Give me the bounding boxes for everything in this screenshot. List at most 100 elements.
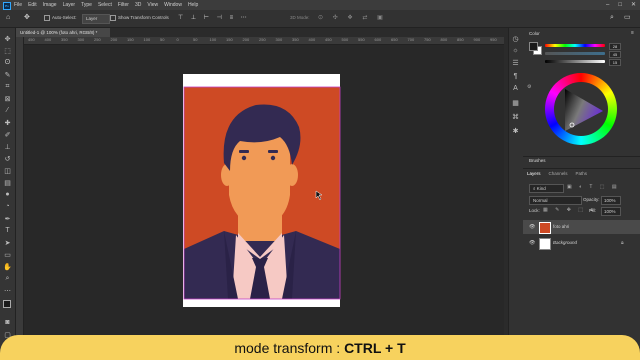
brightness-field[interactable]: 15: [609, 59, 621, 66]
history-panel-icon[interactable]: ◷: [511, 34, 520, 43]
more-tools-icon[interactable]: ⋯: [3, 286, 12, 295]
eye-right: [270, 155, 276, 161]
layer-row-foto-ahri[interactable]: 👁︎ foto ahri: [523, 220, 640, 234]
quick-mask-icon[interactable]: ◙: [3, 318, 12, 327]
hue-slider[interactable]: [545, 44, 605, 47]
history-brush-icon[interactable]: ↺: [3, 154, 12, 163]
tab-layers[interactable]: Layers: [527, 171, 541, 176]
photoshop-logo: Ps: [3, 2, 11, 10]
caption-shortcut: CTRL + T: [344, 340, 406, 356]
layer-filter-dropdown[interactable]: ⌕ Kind: [529, 184, 564, 193]
menu-item-image[interactable]: Image: [43, 0, 57, 10]
menu-item-3d[interactable]: 3D: [135, 0, 141, 10]
character-panel-icon[interactable]: A: [511, 84, 520, 93]
move-tool-icon[interactable]: ✥: [3, 34, 12, 43]
caption-banner: mode transform : CTRL + T: [0, 335, 640, 360]
canvas-area[interactable]: [24, 45, 504, 335]
hand-tool-icon[interactable]: ✋: [3, 262, 12, 271]
show-transform-checkbox[interactable]: Show Transform Controls: [110, 14, 169, 22]
menu-item-edit[interactable]: Edit: [28, 0, 37, 10]
filter-type-icons[interactable]: ▣ ◐ T ⬚ ▤: [567, 184, 620, 190]
tab-paths[interactable]: Paths: [576, 171, 588, 176]
adjustments-panel-icon[interactable]: ☼: [511, 46, 520, 55]
quick-select-tool-icon[interactable]: ✎: [3, 70, 12, 79]
ruler-tick: 100: [143, 37, 151, 42]
menu-item-filter[interactable]: Filter: [118, 0, 129, 10]
panel-dock-strip: ◷ ☼ ☰ ¶ A ▦ ⌘ ✱: [508, 28, 524, 360]
brush-tool-icon[interactable]: ✐: [3, 130, 12, 139]
crop-tool-icon[interactable]: ⌗: [3, 82, 12, 91]
brightness-slider[interactable]: [545, 60, 605, 63]
ruler-tick: 0: [176, 37, 179, 42]
foreground-color-swatch[interactable]: [3, 300, 11, 308]
zoom-tool-icon[interactable]: ⌕: [3, 274, 12, 283]
blur-tool-icon[interactable]: ●: [3, 190, 12, 199]
align-icons[interactable]: ⊤ ⊥ ⊢ ⊣ ≡ ⋯: [178, 14, 250, 22]
fill-field[interactable]: 100%: [601, 207, 621, 216]
color-wheel[interactable]: [545, 73, 617, 145]
styles-panel-icon[interactable]: ✱: [511, 126, 520, 135]
opacity-field[interactable]: 100%: [601, 196, 621, 205]
menu-item-file[interactable]: File: [14, 0, 22, 10]
face-shape: [229, 131, 290, 227]
tab-channels[interactable]: Channels: [549, 171, 568, 176]
menu-item-select[interactable]: Select: [98, 0, 112, 10]
home-icon[interactable]: ⌂: [6, 14, 10, 22]
lasso-tool-icon[interactable]: ʘ: [3, 58, 12, 67]
document-tab[interactable]: Untitled-1 @ 100% (foto ahri, RGB/8) *: [16, 28, 110, 37]
color-fg-swatch[interactable]: [529, 42, 538, 51]
paragraph-panel-icon[interactable]: ¶: [511, 72, 520, 81]
path-select-tool-icon[interactable]: ➤: [3, 238, 12, 247]
healing-tool-icon[interactable]: ✚: [3, 118, 12, 127]
mode-3d-icons[interactable]: ⊙ ✣ ❖ ⇄ ▣: [318, 14, 387, 22]
ruler-tick: 300: [275, 37, 283, 42]
workspace-icon[interactable]: ▭: [624, 14, 631, 22]
menu-item-layer[interactable]: Layer: [63, 0, 76, 10]
search-icon[interactable]: ⌕: [610, 14, 614, 22]
saturation-slider[interactable]: [545, 52, 605, 55]
color-panel-title[interactable]: Color: [529, 31, 540, 36]
document-canvas[interactable]: [24, 45, 504, 335]
properties-panel-icon[interactable]: ☰: [511, 58, 520, 67]
auto-select-label: Auto-Select:: [52, 15, 77, 20]
frame-tool-icon[interactable]: ⊠: [3, 94, 12, 103]
blend-mode-dropdown[interactable]: Normal: [529, 196, 582, 205]
shape-tool-icon[interactable]: ▭: [3, 250, 12, 259]
eyedropper-tool-icon[interactable]: ⁄: [3, 106, 12, 115]
auto-select-checkbox[interactable]: Auto-Select:: [44, 14, 77, 22]
panel-menu-icon[interactable]: ≡: [631, 30, 634, 36]
menu-item-view[interactable]: View: [147, 0, 158, 10]
gradient-tool-icon[interactable]: ▤: [3, 178, 12, 187]
right-panels: Color ≡ 28 45 15 ⚙ Brushes Layers Channe…: [523, 28, 640, 360]
ruler-tick: 450: [325, 37, 332, 42]
menu-item-type[interactable]: Type: [81, 0, 92, 10]
ruler-tick: 250: [94, 37, 101, 42]
layer-name: Background: [553, 240, 578, 245]
auto-select-target-dropdown[interactable]: Layer: [82, 14, 110, 24]
visibility-eye-icon[interactable]: 👁︎: [529, 220, 535, 234]
dodge-tool-icon[interactable]: ◔: [3, 202, 12, 211]
ruler-horizontal: 450 400 350 300 250 200 150 100 50 0 50 100 150 200 25…: [24, 37, 504, 45]
maximize-icon[interactable]: □: [618, 0, 622, 10]
color-wheel-options-icon[interactable]: ⚙: [527, 84, 531, 90]
ruler-tick: 350: [61, 37, 68, 42]
show-transform-label: Show Transform Controls: [118, 15, 169, 20]
lock-icon[interactable]: 🔒︎: [621, 236, 624, 250]
eraser-tool-icon[interactable]: ◫: [3, 166, 12, 175]
menu-item-window[interactable]: Window: [164, 0, 182, 10]
libraries-panel-icon[interactable]: ▦: [511, 98, 520, 107]
hue-field[interactable]: 28: [609, 43, 621, 50]
stamp-tool-icon[interactable]: ⊥: [3, 142, 12, 151]
close-icon[interactable]: ✕: [631, 0, 636, 10]
layer-row-background[interactable]: 👁︎ Background 🔒︎: [523, 236, 640, 250]
type-tool-icon[interactable]: T: [3, 226, 12, 235]
move-tool-icon[interactable]: ✥: [24, 14, 30, 22]
saturation-field[interactable]: 45: [609, 51, 621, 58]
pen-tool-icon[interactable]: ✒: [3, 214, 12, 223]
brushes-panel-title[interactable]: Brushes: [529, 158, 546, 163]
visibility-eye-icon[interactable]: 👁︎: [529, 236, 535, 250]
menu-item-help[interactable]: Help: [188, 0, 198, 10]
marquee-tool-icon[interactable]: ⬚: [3, 46, 12, 55]
minimize-icon[interactable]: –: [606, 0, 609, 10]
glyphs-panel-icon[interactable]: ⌘: [511, 112, 520, 121]
